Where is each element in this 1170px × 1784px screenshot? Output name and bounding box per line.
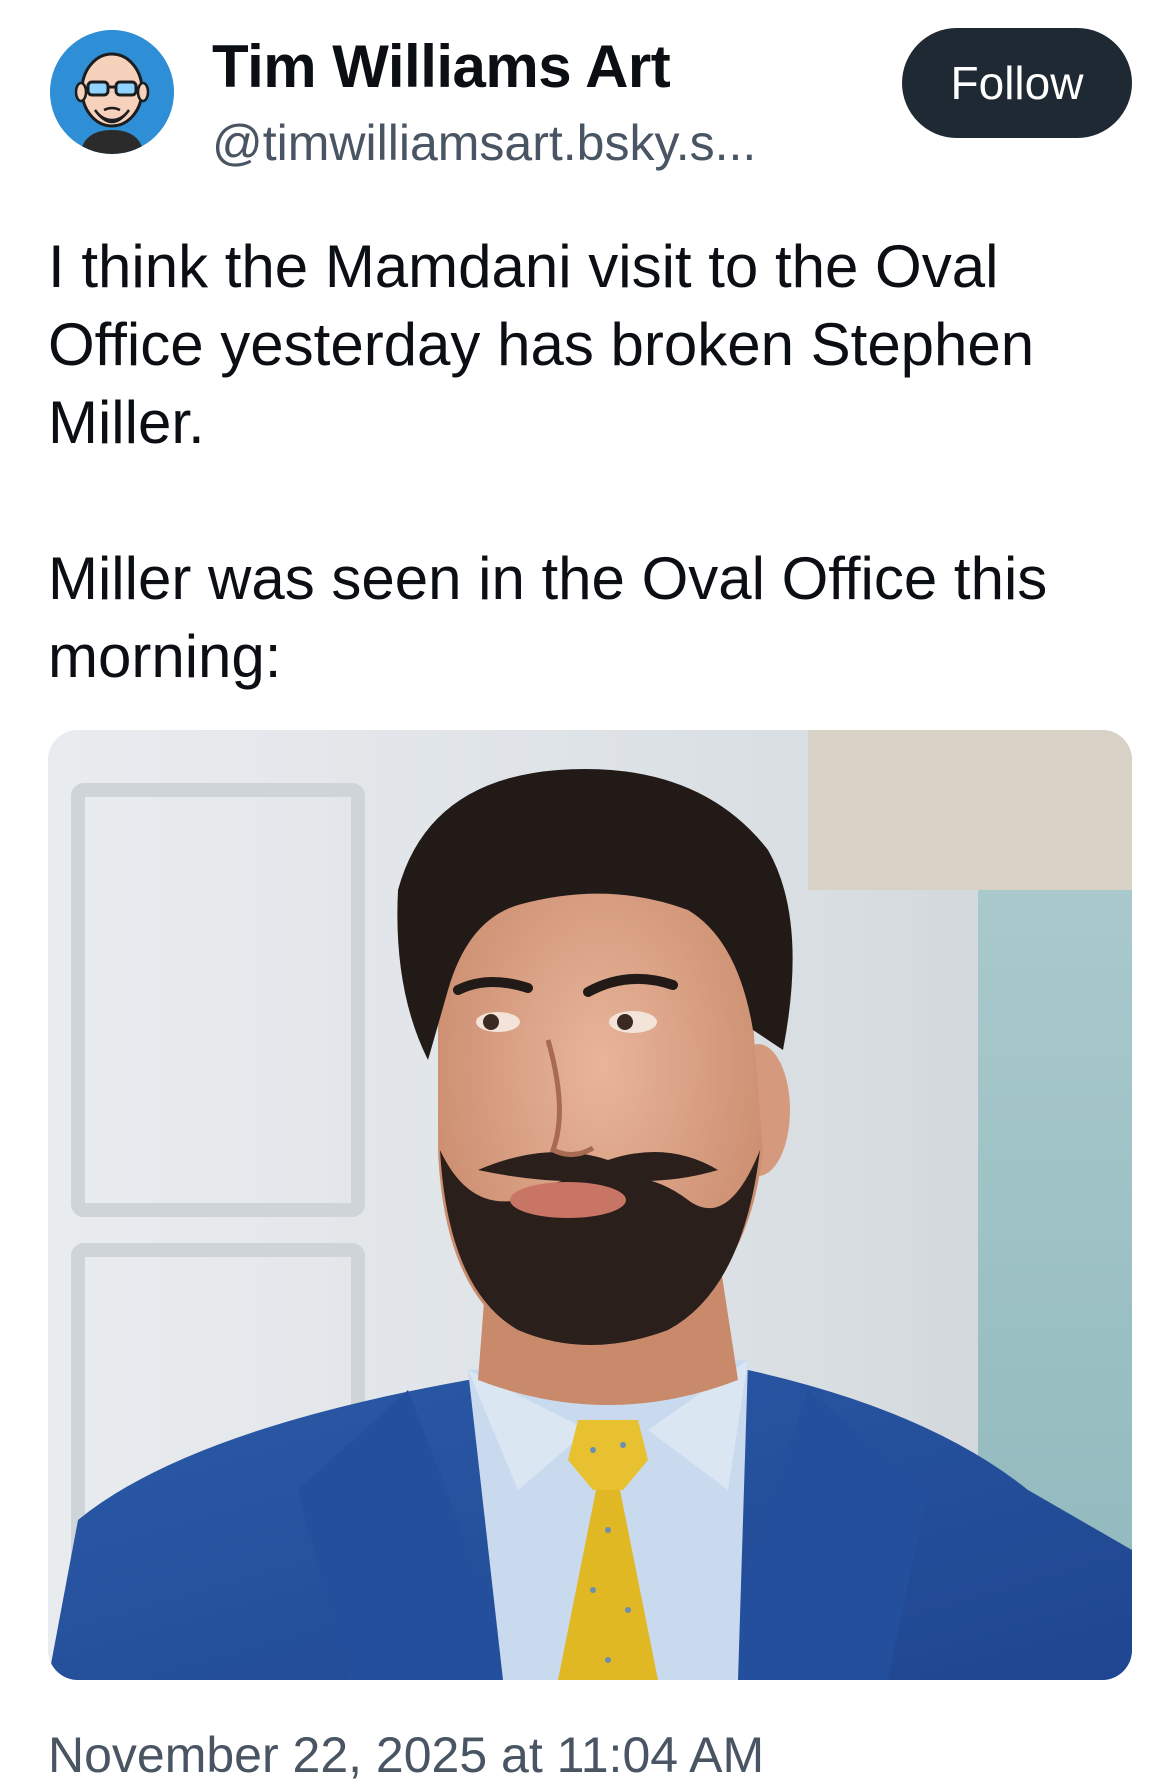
post-paragraph: Miller was seen in the Oval Office this … (48, 545, 1048, 690)
post-card: Tim Williams Art @timwilliamsart.bsky.s.… (0, 0, 1170, 1783)
post-text: I think the Mamdani visit to the Oval Of… (48, 228, 1128, 774)
post-image[interactable] (48, 730, 1132, 1680)
post-paragraph: I think the Mamdani visit to the Oval Of… (48, 233, 1035, 456)
author-handle[interactable]: @timwilliamsart.bsky.s... (212, 114, 756, 172)
author-name[interactable]: Tim Williams Art (212, 32, 671, 101)
photo-illustration (48, 730, 1132, 1680)
cartoon-face-icon (50, 30, 174, 154)
follow-button[interactable]: Follow (902, 28, 1132, 138)
author-avatar[interactable] (50, 30, 174, 154)
post-timestamp[interactable]: November 22, 2025 at 11:04 AM (48, 1726, 764, 1784)
